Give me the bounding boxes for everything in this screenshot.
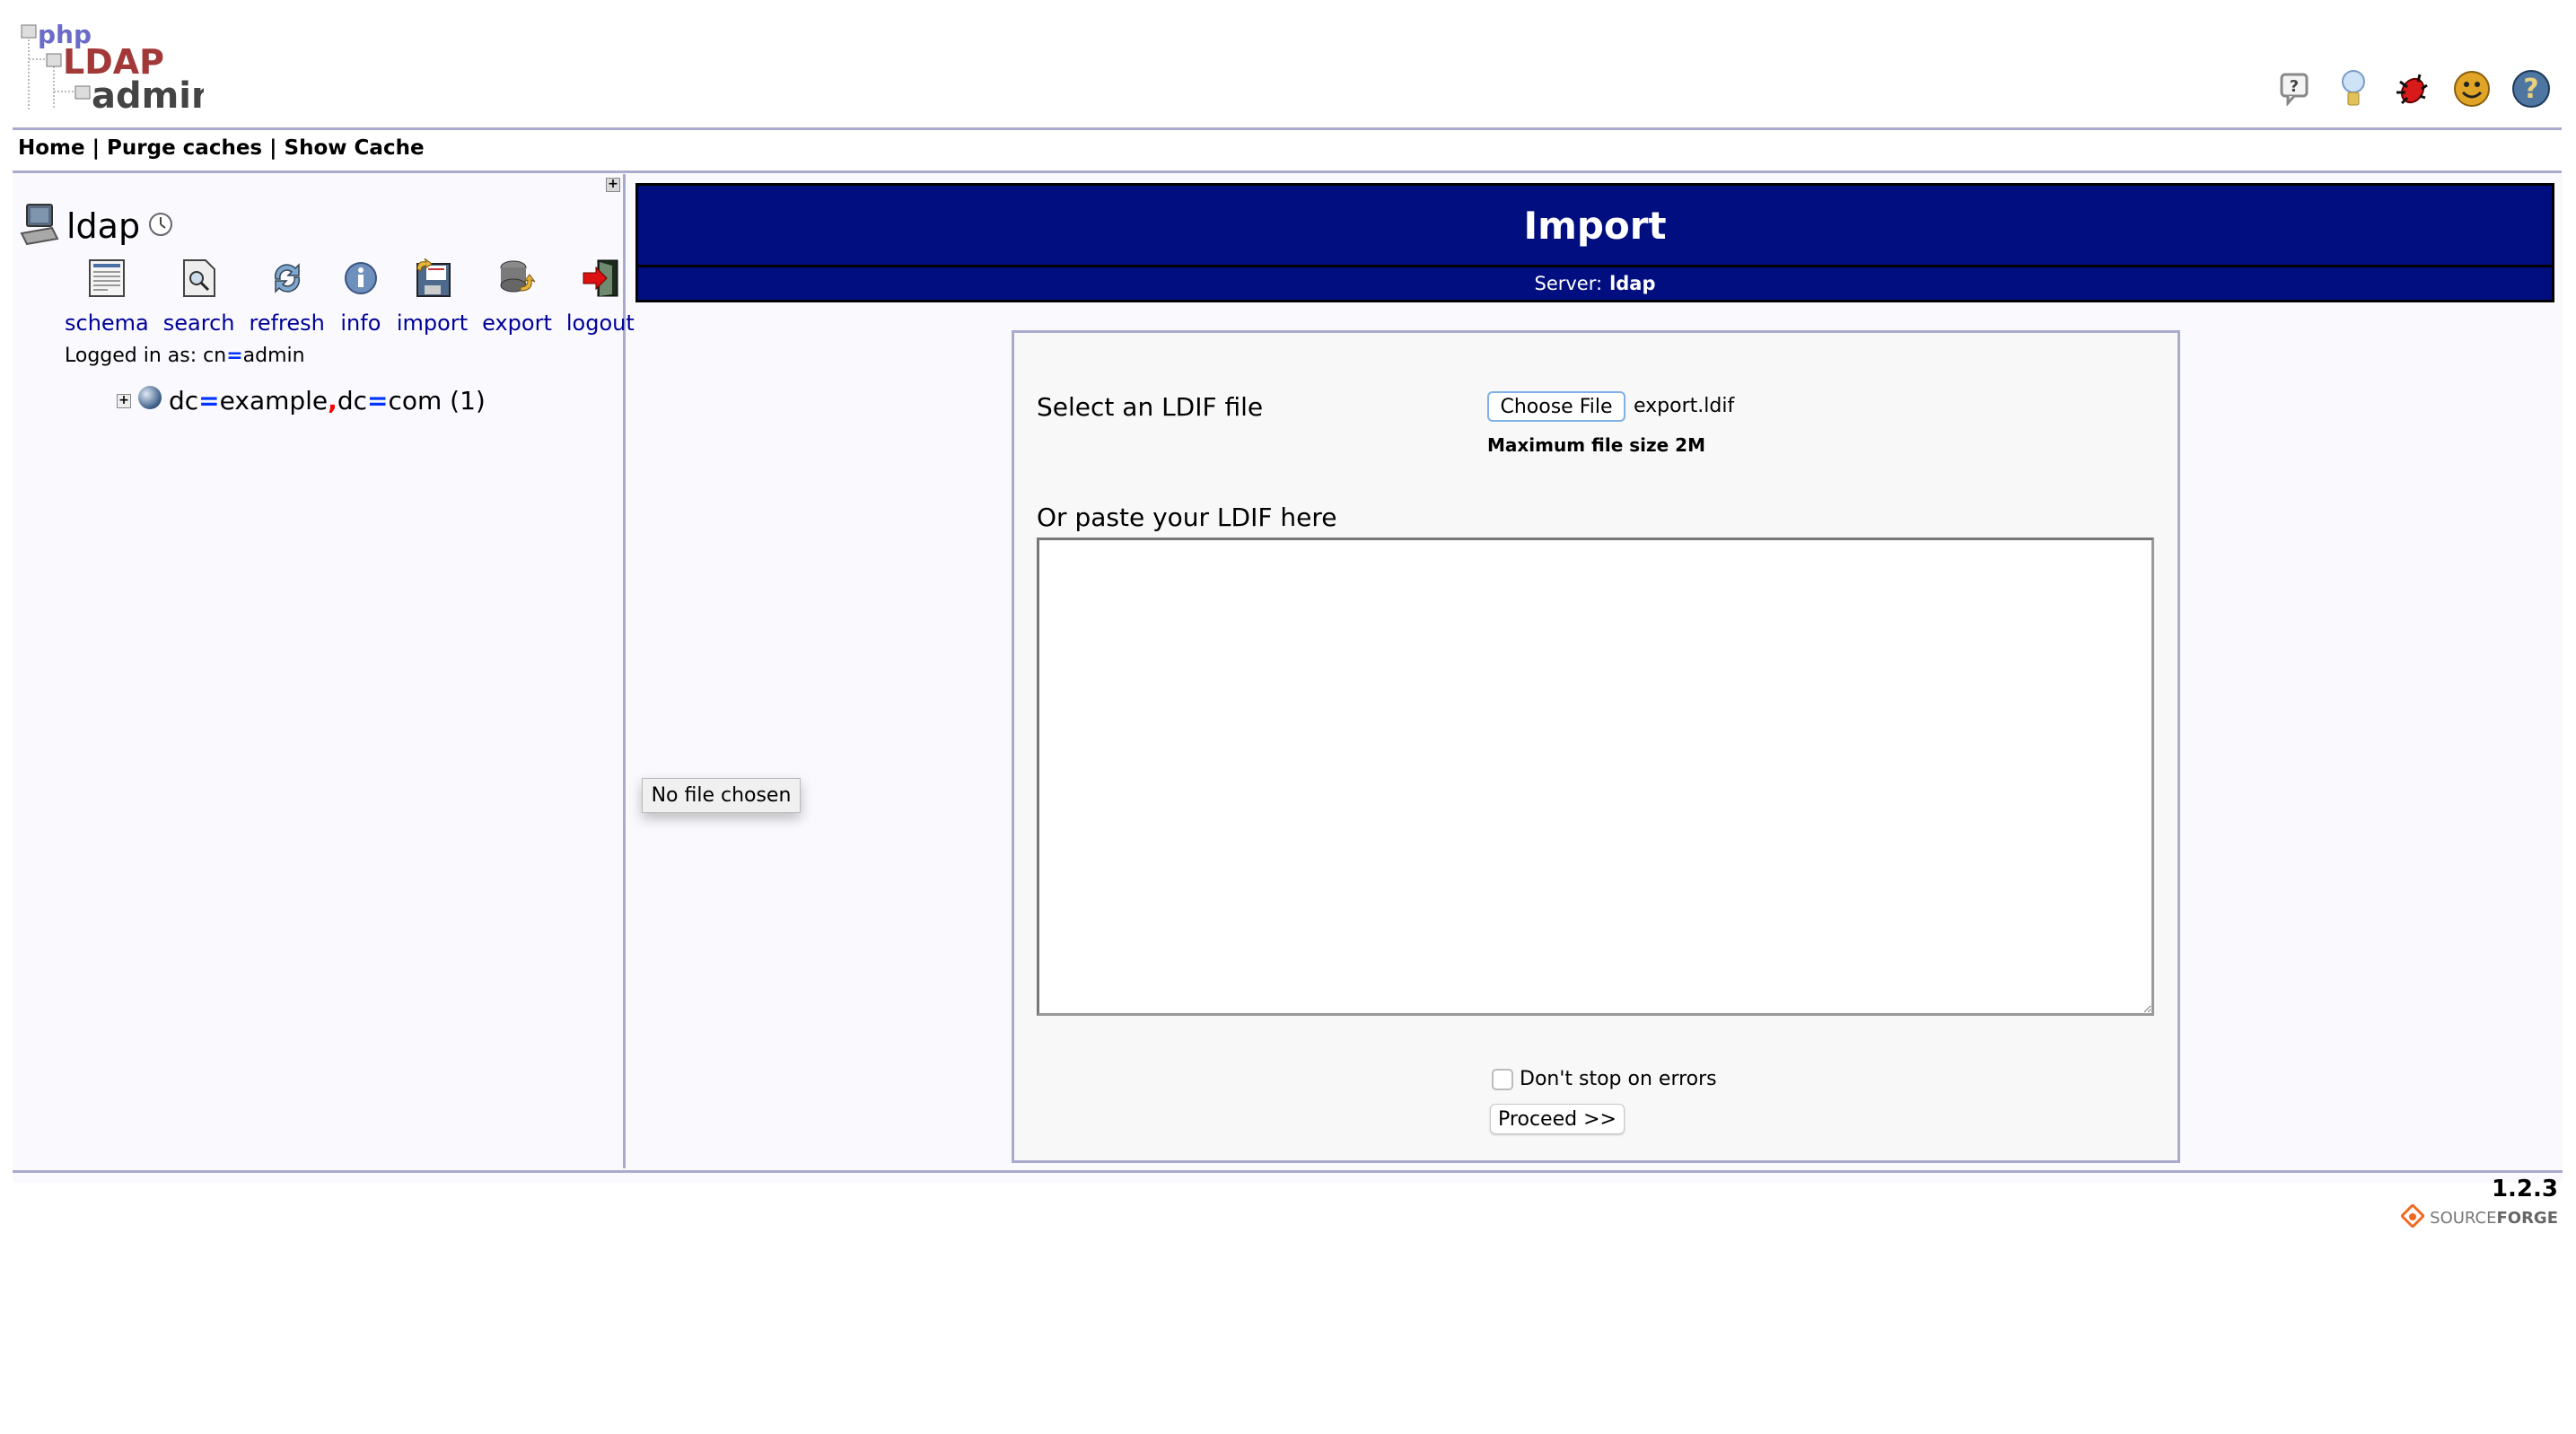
nav-home-link[interactable]: Home: [18, 136, 85, 160]
tool-label: info: [340, 310, 381, 336]
svg-text:?: ?: [2523, 74, 2538, 105]
page-banner: Import Server: ldap: [635, 183, 2554, 302]
help-icon[interactable]: ?: [2511, 69, 2551, 109]
tool-schema[interactable]: schema: [65, 257, 149, 336]
refresh-icon: [266, 257, 309, 300]
select-ldif-label: Select an LDIF file: [1037, 392, 1264, 422]
dn-equals: =: [226, 345, 243, 367]
sourceforge-link[interactable]: SOURCEFORGE: [2400, 1202, 2558, 1232]
version-label: 1.2.3: [2491, 1176, 2558, 1202]
search-icon: [178, 257, 221, 300]
nav-purge-caches-link[interactable]: Purge caches: [107, 136, 262, 160]
sidebar-toggle-button[interactable]: +: [606, 178, 620, 192]
tree-node-label[interactable]: dc=example,dc=com (1): [169, 386, 486, 415]
server-header: ldap: [20, 203, 174, 249]
dn-equals: =: [198, 386, 220, 415]
choose-file-button[interactable]: Choose File: [1487, 391, 1625, 422]
nav-separator: |: [92, 136, 101, 160]
tool-import[interactable]: import: [397, 257, 468, 336]
server-label: Server:: [1534, 273, 1603, 294]
header-rule: [13, 127, 2562, 130]
clock-icon[interactable]: [147, 211, 174, 241]
bug-icon[interactable]: [2393, 69, 2432, 109]
phpldapadmin-logo[interactable]: php LDAP admin: [20, 20, 217, 117]
paste-ldif-label: Or paste your LDIF here: [1037, 503, 1337, 532]
tool-export[interactable]: export: [482, 257, 552, 336]
tool-label: logout: [565, 310, 635, 336]
logout-icon: [579, 257, 622, 300]
server-icon: [20, 203, 59, 249]
globe-icon: [136, 384, 163, 417]
tool-label: export: [482, 310, 552, 336]
server-name[interactable]: ldap: [66, 206, 140, 246]
export-icon: [495, 257, 539, 300]
dn-equals: =: [366, 386, 389, 415]
page-title: Import: [638, 186, 2552, 267]
sourceforge-text-bold: FORGE: [2496, 1209, 2558, 1228]
file-input-tooltip: No file chosen: [642, 778, 801, 813]
ldif-textarea[interactable]: [1037, 538, 2154, 1016]
tool-label: refresh: [249, 310, 325, 336]
rdn-attr: dc: [169, 386, 199, 415]
dont-stop-on-errors-label[interactable]: Don't stop on errors: [1520, 1068, 1717, 1090]
help-bubble-icon[interactable]: ?: [2274, 69, 2314, 109]
child-count: (1): [442, 386, 486, 415]
tool-label: import: [396, 310, 469, 336]
info-icon: [339, 257, 382, 300]
server-tools: schema search refresh info import export…: [65, 257, 649, 336]
logged-in-as: Logged in as: cn=admin: [65, 345, 305, 367]
logged-in-attr: cn: [203, 345, 227, 367]
nav-separator: |: [269, 136, 277, 160]
sourceforge-text-light: SOURCE: [2430, 1209, 2497, 1228]
tool-info[interactable]: info: [339, 257, 382, 336]
proceed-button[interactable]: Proceed >>: [1490, 1104, 1625, 1134]
tree-expand-icon[interactable]: +: [117, 393, 131, 408]
footer-rule: [13, 1170, 2563, 1173]
sourceforge-text: SOURCEFORGE: [2430, 1209, 2558, 1228]
sourceforge-icon: [2400, 1202, 2426, 1232]
tool-refresh[interactable]: refresh: [250, 257, 325, 336]
chosen-file-name: export.ldif: [1634, 395, 1735, 417]
tool-label: search: [162, 310, 235, 336]
rdn-value: example: [219, 386, 329, 415]
logged-in-value: admin: [242, 345, 305, 367]
max-file-size-note: Maximum file size 2M: [1487, 434, 1705, 456]
svg-text:?: ?: [2290, 77, 2299, 96]
top-nav: Home | Purge caches | Show Cache: [18, 136, 425, 160]
dont-stop-on-errors-checkbox[interactable]: [1492, 1069, 1513, 1090]
dn-comma: ,: [328, 386, 337, 415]
schema-icon: [85, 257, 128, 300]
tool-logout[interactable]: logout: [566, 257, 635, 336]
smiley-icon[interactable]: [2452, 69, 2492, 109]
import-icon: [411, 257, 454, 300]
tool-label: schema: [65, 310, 149, 336]
lightbulb-icon[interactable]: [2334, 69, 2373, 109]
server-value: ldap: [1609, 273, 1656, 294]
nav-show-cache-link[interactable]: Show Cache: [285, 136, 425, 160]
tree-node-base-dn[interactable]: + dc=example,dc=com (1): [117, 384, 486, 417]
rdn-value: com: [388, 386, 442, 415]
logged-in-prefix: Logged in as:: [65, 345, 204, 367]
nav-rule: [13, 171, 2562, 173]
rdn-attr: dc: [337, 386, 367, 415]
logo-admin: admin: [92, 75, 204, 113]
header-icons: ? ?: [2274, 66, 2551, 111]
tool-search[interactable]: search: [163, 257, 235, 336]
server-subtitle: Server: ldap: [638, 267, 2552, 300]
